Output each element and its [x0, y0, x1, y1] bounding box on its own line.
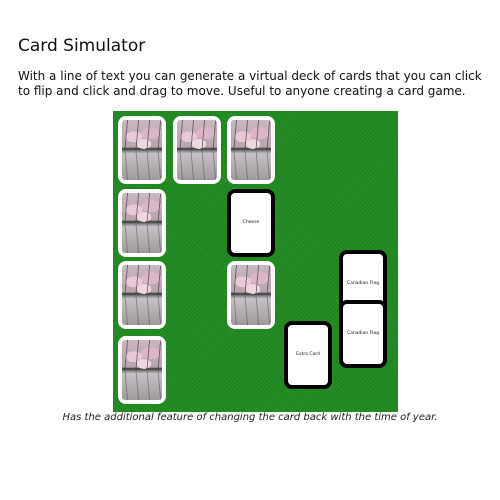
card-back[interactable] — [227, 116, 275, 184]
cherry-blossom-image — [231, 120, 271, 180]
card-back[interactable] — [118, 189, 166, 257]
card-label: Extra Card — [296, 352, 320, 357]
card-label: Cheese — [242, 220, 260, 225]
card-label: Canadian Flag — [346, 281, 380, 286]
cherry-blossom-image — [177, 120, 217, 180]
card-back[interactable] — [118, 261, 166, 329]
card-front[interactable]: Canadian Flag — [339, 300, 387, 368]
cherry-blossom-image — [231, 265, 271, 325]
cherry-blossom-image — [122, 120, 162, 180]
card-back[interactable] — [118, 336, 166, 404]
card-table: Cheese Canadian Flag Canadian Flag Extra… — [113, 111, 398, 412]
page-description: With a line of text you can generate a v… — [18, 69, 482, 98]
card-label: Canadian Flag — [346, 331, 380, 336]
page-caption: Has the additional feature of changing t… — [62, 412, 438, 423]
card-front[interactable]: Cheese — [227, 189, 275, 257]
card-back[interactable] — [227, 261, 275, 329]
cherry-blossom-image — [122, 193, 162, 253]
cherry-blossom-image — [122, 340, 162, 400]
cherry-blossom-image — [122, 265, 162, 325]
page-title: Card Simulator — [18, 36, 146, 56]
card-back[interactable] — [173, 116, 221, 184]
card-back[interactable] — [118, 116, 166, 184]
card-front[interactable]: Extra Card — [284, 321, 332, 389]
